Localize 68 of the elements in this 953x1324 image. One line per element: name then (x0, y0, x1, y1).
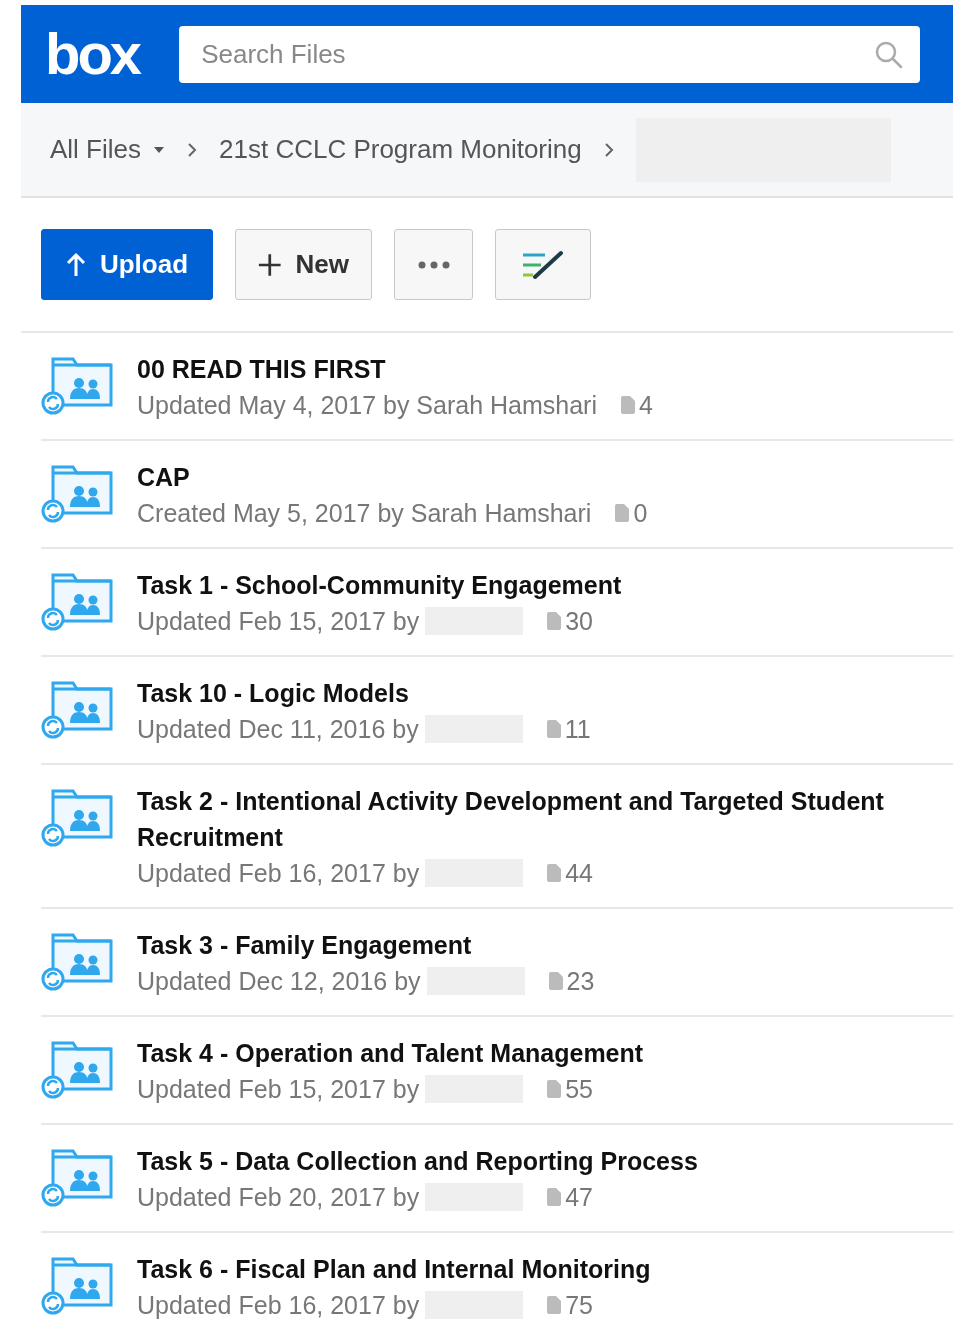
folder-name[interactable]: CAP (137, 459, 939, 495)
shared-folder-icon (41, 931, 113, 991)
logo[interactable]: box (45, 25, 140, 83)
file-count: 11 (564, 714, 591, 745)
file-icon (547, 1188, 562, 1206)
folder-info: Updated Dec 11, 2016 by (137, 714, 419, 745)
folder-name[interactable]: Task 3 - Family Engagement (137, 927, 939, 963)
file-count: 47 (565, 1182, 593, 1213)
plus-icon (258, 251, 282, 278)
file-count: 75 (565, 1290, 593, 1321)
file-icon (615, 504, 630, 522)
file-count: 23 (566, 966, 595, 997)
folder-row[interactable]: Task 6 - Fiscal Plan and Internal Monitoring Updated Feb 16, 2017 by 75 (41, 1233, 953, 1324)
folder-row[interactable]: CAP Created May 5, 2017 by Sarah Hamshari 0 (41, 441, 953, 549)
breadcrumb-item[interactable]: 21st CCLC Program Monitoring (219, 134, 582, 165)
file-count: 44 (565, 858, 593, 889)
file-icon (548, 972, 563, 990)
folder-info: Updated Feb 16, 2017 by (137, 858, 420, 889)
folder-row[interactable]: 00 READ THIS FIRST Updated May 4, 2017 by Sarah Hamshari 4 (41, 333, 953, 441)
search-icon (874, 39, 904, 70)
file-icon (547, 612, 562, 630)
notes-button[interactable] (495, 229, 591, 300)
breadcrumb-item[interactable]: All Files (50, 134, 165, 165)
pen-lines-icon (521, 248, 565, 281)
folder-info: Created May 5, 2017 by Sarah Hamshari (137, 498, 592, 529)
folder-name[interactable]: 00 READ THIS FIRST (137, 351, 939, 387)
file-icon (547, 1296, 562, 1314)
ellipsis-icon (417, 260, 450, 269)
shared-folder-icon (41, 463, 113, 523)
folder-name[interactable]: Task 10 - Logic Models (137, 675, 939, 711)
new-button[interactable]: New (235, 229, 372, 300)
folder-name[interactable]: Task 5 - Data Collection and Reporting Process (137, 1143, 939, 1179)
folder-row[interactable]: Task 5 - Data Collection and Reporting Process Updated Feb 20, 2017 by 47 (41, 1125, 953, 1233)
folder-name[interactable]: Task 2 - Intentional Activity Development and Targeted Student Recruitment (137, 783, 939, 855)
shared-folder-icon (41, 679, 113, 739)
file-count: 0 (633, 498, 648, 529)
folder-row[interactable]: Task 1 - School-Community Engagement Updated Feb 15, 2017 by 30 (41, 549, 953, 657)
folder-info: Updated Dec 12, 2016 by (137, 966, 421, 997)
folder-row[interactable]: Task 3 - Family Engagement Updated Dec 12, 2016 by 23 (41, 909, 953, 1017)
file-icon (547, 1080, 562, 1098)
file-count: 4 (639, 390, 653, 421)
folder-info: Updated Feb 20, 2017 by (137, 1182, 420, 1213)
chevron-icon (187, 141, 197, 158)
folder-row[interactable]: Task 2 - Intentional Activity Development and Targeted Student Recruitment Updated Feb 16, 2017 by 44 (41, 765, 953, 909)
search-field[interactable]: Search Files (179, 25, 920, 83)
chevron-icon (603, 141, 614, 158)
folder-row[interactable]: Task 10 - Logic Models Updated Dec 11, 2016 by 11 (41, 657, 953, 765)
folder-name[interactable]: Task 4 - Operation and Talent Management (137, 1035, 939, 1071)
file-icon (547, 864, 562, 882)
file-count: 55 (565, 1074, 593, 1105)
folder-name[interactable]: Task 6 - Fiscal Plan and Internal Monitoring (137, 1251, 939, 1287)
shared-folder-icon (41, 1147, 113, 1207)
upload-button[interactable]: Upload (41, 229, 213, 300)
folder-info: Updated Feb 15, 2017 by (137, 1074, 420, 1105)
file-icon (546, 720, 561, 738)
file-icon (621, 396, 635, 414)
folder-info: Updated May 4, 2017 by Sarah Hamshari (137, 390, 597, 421)
shared-folder-icon (41, 571, 113, 631)
shared-folder-icon (41, 355, 113, 415)
folder-row[interactable]: Task 4 - Operation and Talent Management Updated Feb 15, 2017 by 55 (41, 1017, 953, 1125)
shared-folder-icon (41, 787, 113, 847)
folder-info: Updated Feb 15, 2017 by (137, 606, 420, 637)
shared-folder-icon (41, 1039, 113, 1099)
folder-name[interactable]: Task 1 - School-Community Engagement (137, 567, 939, 603)
arrow-up-icon (65, 251, 86, 278)
shared-folder-icon (41, 1255, 113, 1315)
folder-info: Updated Feb 16, 2017 by (137, 1290, 420, 1321)
file-count: 30 (565, 606, 593, 637)
